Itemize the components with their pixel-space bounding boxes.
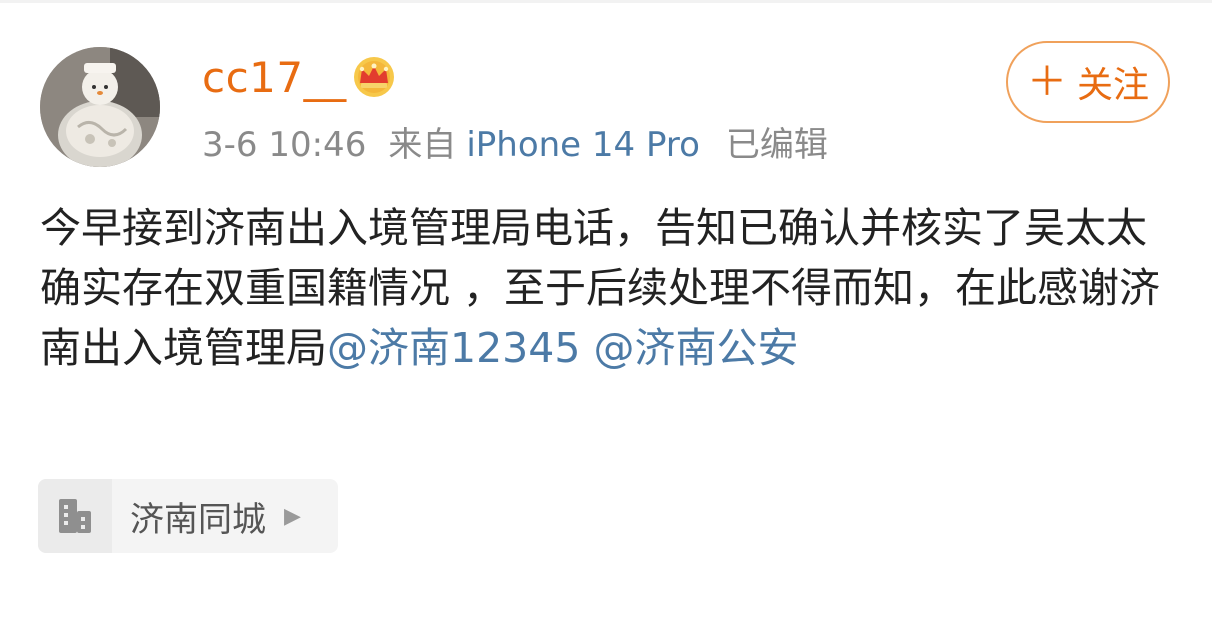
building-icon [59, 499, 91, 533]
follow-button[interactable]: ＋ 关注 [1006, 41, 1170, 123]
post-time: 3-6 10:46 [202, 125, 367, 165]
avatar-image [40, 47, 160, 167]
mention-jinan-12345[interactable]: @济南12345 [327, 324, 580, 372]
plus-icon: ＋ [1026, 59, 1067, 105]
device-link[interactable]: iPhone 14 Pro [466, 125, 700, 165]
post-content: 今早接到济南出入境管理局电话，告知已确认并核实了吴太太确实存在双重国籍情况 ，至… [40, 198, 1180, 378]
avatar[interactable] [40, 47, 160, 167]
post-meta: 3-6 10:46 来自 iPhone 14 Pro 已编辑 [202, 123, 828, 167]
location-icon-box [38, 479, 112, 553]
location-tag[interactable]: 济南同城 ▶ [38, 479, 338, 553]
follow-label: 关注 [1076, 65, 1149, 106]
location-label: 济南同城 [130, 499, 266, 540]
username[interactable]: cc17__ [202, 53, 347, 103]
chevron-right-icon: ▶ [284, 503, 301, 529]
vip-crown-icon [354, 57, 394, 97]
mention-jinan-police[interactable]: @济南公安 [593, 324, 798, 372]
source-prefix: 来自 [388, 125, 457, 165]
edited-label: 已编辑 [725, 125, 828, 165]
top-divider [0, 0, 1212, 3]
